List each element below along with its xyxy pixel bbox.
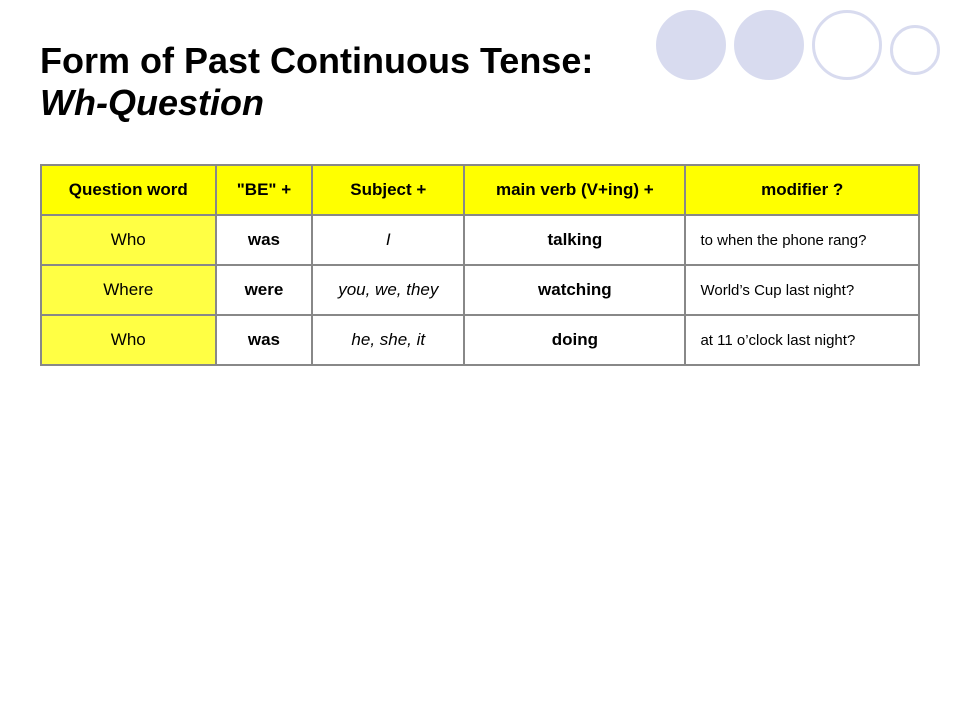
cell-question-word: Where bbox=[41, 265, 216, 315]
circle-1 bbox=[656, 10, 726, 80]
circle-3 bbox=[812, 10, 882, 80]
header-question-word: Question word bbox=[41, 165, 216, 215]
cell-subject: he, she, it bbox=[312, 315, 464, 365]
cell-main-verb: watching bbox=[464, 265, 685, 315]
grammar-table: Question word "BE" + Subject + main verb… bbox=[40, 164, 920, 366]
cell-main-verb: talking bbox=[464, 215, 685, 265]
title-line2: Wh-Question bbox=[40, 82, 920, 124]
header-be: "BE" + bbox=[216, 165, 313, 215]
cell-subject: you, we, they bbox=[312, 265, 464, 315]
page-container: Form of Past Continuous Tense: Wh-Questi… bbox=[0, 0, 960, 720]
table-row: Whowashe, she, itdoingat 11 o’clock last… bbox=[41, 315, 919, 365]
header-modifier: modifier ? bbox=[685, 165, 919, 215]
cell-subject: I bbox=[312, 215, 464, 265]
cell-be: was bbox=[216, 215, 313, 265]
decorative-circles bbox=[656, 10, 940, 80]
cell-modifier: at 11 o’clock last night? bbox=[685, 315, 919, 365]
cell-modifier: to when the phone rang? bbox=[685, 215, 919, 265]
cell-modifier: World’s Cup last night? bbox=[685, 265, 919, 315]
cell-be: was bbox=[216, 315, 313, 365]
cell-question-word: Who bbox=[41, 315, 216, 365]
cell-question-word: Who bbox=[41, 215, 216, 265]
table-header-row: Question word "BE" + Subject + main verb… bbox=[41, 165, 919, 215]
header-subject: Subject + bbox=[312, 165, 464, 215]
table-row: WhowasItalkingto when the phone rang? bbox=[41, 215, 919, 265]
header-main-verb: main verb (V+ing) + bbox=[464, 165, 685, 215]
circle-2 bbox=[734, 10, 804, 80]
cell-be: were bbox=[216, 265, 313, 315]
cell-main-verb: doing bbox=[464, 315, 685, 365]
circle-4 bbox=[890, 25, 940, 75]
table-row: Wherewereyou, we, theywatchingWorld’s Cu… bbox=[41, 265, 919, 315]
